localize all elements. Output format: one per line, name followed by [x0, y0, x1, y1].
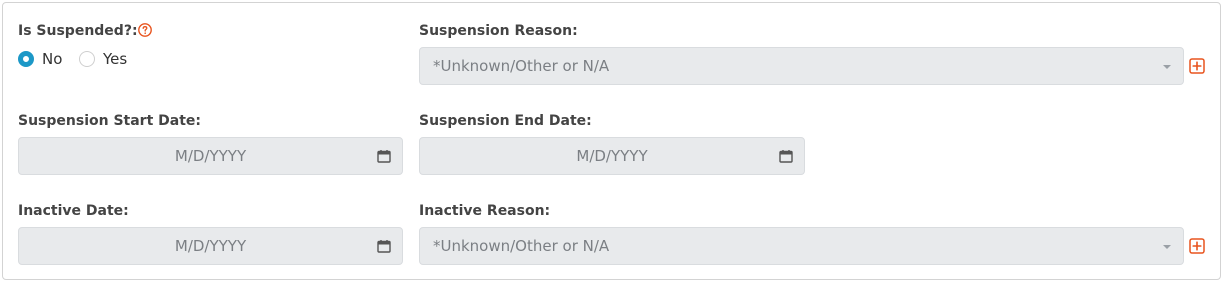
is-suspended-label: Is Suspended?: [18, 23, 138, 39]
suspension-end-date-input[interactable]: M/D/YYYY [419, 137, 805, 175]
inactive-date-label: Inactive Date: [18, 203, 129, 219]
inactive-reason-select[interactable]: *Unknown/Other or N/A [419, 227, 1184, 265]
radio-no-button[interactable] [18, 51, 34, 67]
suspension-start-date-placeholder: M/D/YYYY [174, 147, 247, 165]
inactive-reason-label: Inactive Reason: [419, 203, 551, 219]
suspension-start-date-label: Suspension Start Date: [18, 113, 202, 129]
inactive-date-placeholder: M/D/YYYY [174, 237, 247, 255]
inactive-date-input[interactable]: M/D/YYYY [18, 227, 403, 265]
suspension-reason-label: Suspension Reason: [419, 23, 578, 39]
suspension-reason-select[interactable]: *Unknown/Other or N/A [419, 47, 1184, 85]
add-suspension-reason-button[interactable] [1189, 58, 1205, 74]
radio-yes-label: Yes [103, 50, 128, 68]
add-inactive-reason-button[interactable] [1189, 238, 1205, 254]
plus-square-icon [1189, 58, 1205, 74]
suspension-end-date-placeholder: M/D/YYYY [576, 147, 648, 165]
radio-option-no[interactable]: No [18, 49, 62, 69]
question-circle-icon[interactable] [138, 23, 152, 37]
chevron-down-icon [1163, 245, 1171, 249]
plus-square-icon [1189, 238, 1205, 254]
radio-no-label: No [42, 50, 63, 68]
radio-option-yes[interactable]: Yes [79, 49, 127, 69]
calendar-icon[interactable] [377, 149, 391, 163]
radio-yes-button[interactable] [79, 51, 95, 67]
inactive-reason-value: *Unknown/Other or N/A [433, 237, 610, 255]
chevron-down-icon [1163, 65, 1171, 69]
calendar-icon[interactable] [377, 239, 391, 253]
calendar-icon[interactable] [779, 149, 793, 163]
suspension-end-date-label: Suspension End Date: [419, 113, 592, 129]
suspension-reason-value: *Unknown/Other or N/A [433, 57, 610, 75]
suspension-start-date-input[interactable]: M/D/YYYY [18, 137, 403, 175]
